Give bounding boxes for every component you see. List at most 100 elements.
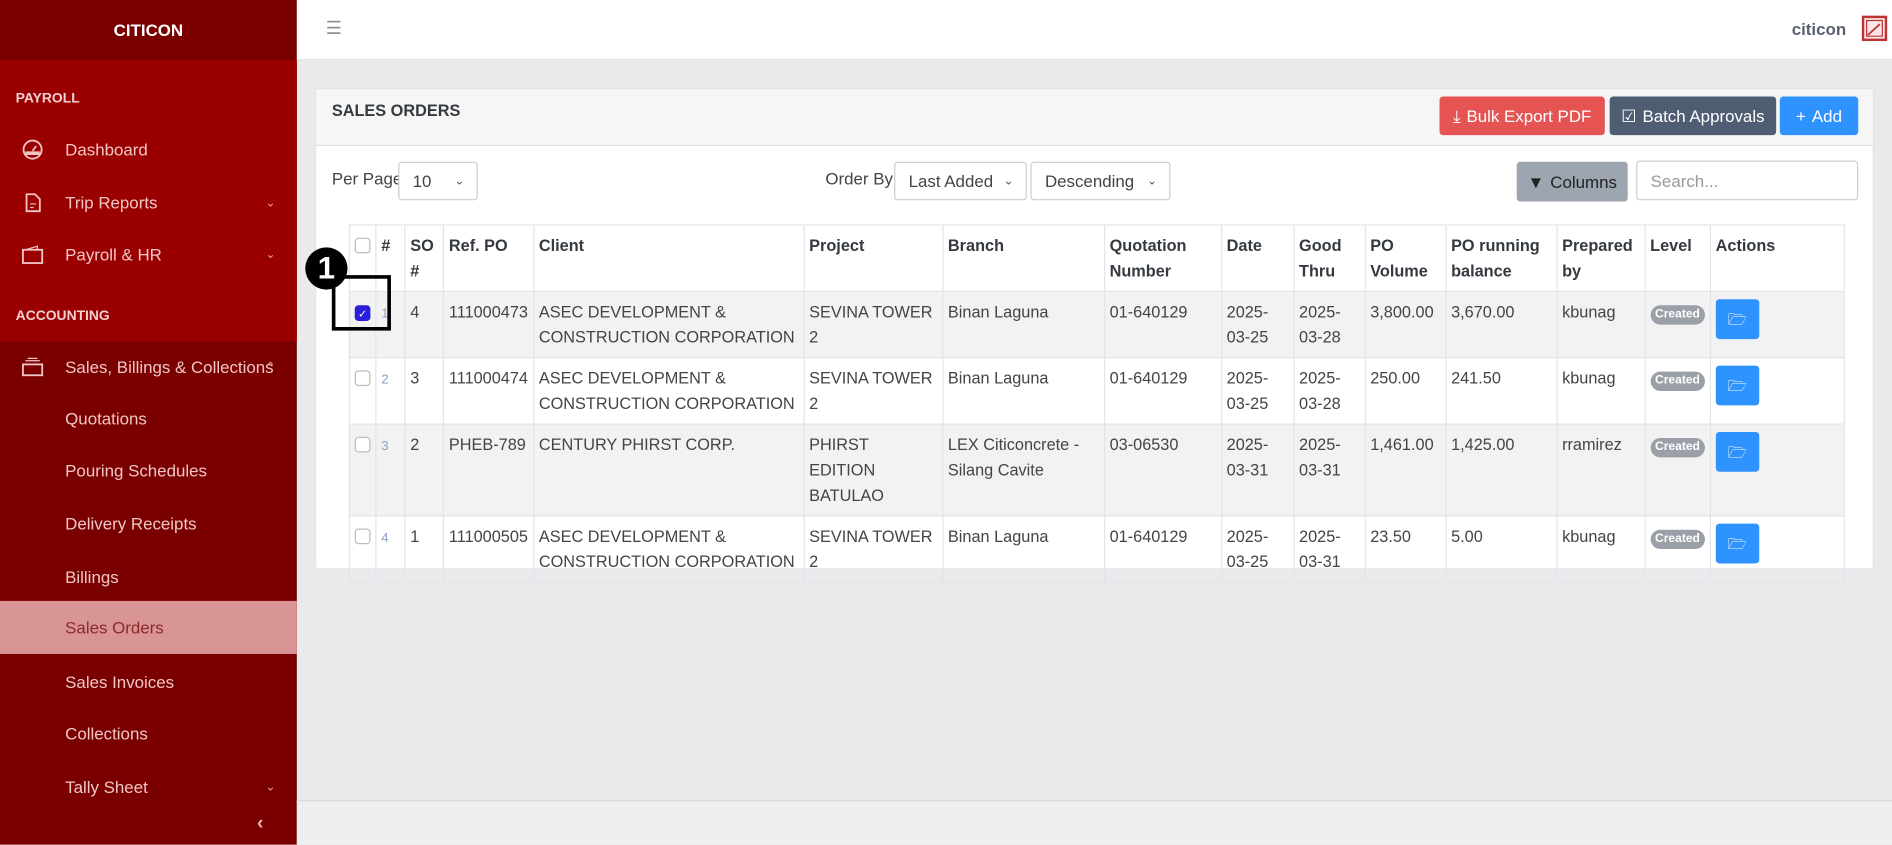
user-name[interactable]: citicon xyxy=(1792,19,1846,38)
sidebar-item-payroll-hr[interactable]: Payroll & HR ⌄ xyxy=(0,228,297,281)
row-checkbox[interactable] xyxy=(354,528,371,545)
sidebar-subitem-sales-orders[interactable]: Sales Orders xyxy=(0,600,297,654)
sidebar-item-trip-reports[interactable]: Trip Reports ⌄ xyxy=(0,176,297,229)
col-header: Quotation Number xyxy=(1103,224,1222,293)
cell-bal: 3,670.00 xyxy=(1445,290,1558,359)
sidebar-item-label: Billings xyxy=(65,567,119,587)
col-header: PO Volume xyxy=(1364,224,1447,293)
cell-by: kbunag xyxy=(1556,515,1646,583)
bulk-export-pdf-button[interactable]: ⤓ Bulk Export PDF xyxy=(1439,96,1605,136)
columns-button[interactable]: ▼ Columns xyxy=(1516,161,1628,202)
cell-ref: 111000474 xyxy=(442,357,535,425)
add-button[interactable]: + Add xyxy=(1779,96,1859,136)
folder-open-icon: 🗁 xyxy=(1727,442,1748,461)
search-input[interactable] xyxy=(1636,160,1859,201)
sidebar-item-label: Sales, Billings & Collections xyxy=(65,357,274,377)
col-header: Prepared by xyxy=(1556,224,1646,293)
cell-bal: 5.00 xyxy=(1445,515,1558,583)
col-header: PO running balance xyxy=(1445,224,1558,293)
chevron-up-icon: ⌃ xyxy=(265,360,276,374)
cell-date: 2025-03-25 xyxy=(1220,357,1295,425)
button-label: Columns xyxy=(1550,171,1617,192)
footer xyxy=(296,799,1892,845)
chevron-down-icon: ⌄ xyxy=(454,174,465,188)
cell-quote: 01-640129 xyxy=(1103,290,1222,359)
sidebar-item-label: Payroll & HR xyxy=(65,244,162,265)
sidebar-item-label: Sales Invoices xyxy=(65,672,175,692)
cell-client: ASEC DEVELOPMENT & CONSTRUCTION CORPORAT… xyxy=(532,290,805,359)
folder-open-icon: 🗁 xyxy=(1727,534,1748,553)
per-page-select[interactable]: 10 ⌄ xyxy=(398,161,478,201)
wallet-icon xyxy=(22,245,44,264)
user-avatar-icon[interactable] xyxy=(1861,15,1888,42)
status-badge: Created xyxy=(1650,438,1705,458)
cell-branch: Binan Laguna xyxy=(941,357,1105,425)
page-title: SALES ORDERS xyxy=(331,101,461,120)
cell-client: ASEC DEVELOPMENT & CONSTRUCTION CORPORAT… xyxy=(532,515,805,583)
cell-vol: 23.50 xyxy=(1364,515,1447,583)
open-folder-button[interactable]: 🗁 xyxy=(1715,365,1760,406)
cell-project: SEVINA TOWER 2 xyxy=(803,515,944,583)
row-index: 4 xyxy=(381,530,389,546)
row-index: 2 xyxy=(381,372,389,388)
document-icon xyxy=(25,193,41,213)
sidebar-collapse-chevron-left-icon[interactable]: ‹ xyxy=(257,813,263,835)
sidebar-subitem-delivery-receipts[interactable]: Delivery Receipts xyxy=(0,497,297,550)
batch-approvals-button[interactable]: ☑ Batch Approvals xyxy=(1609,96,1777,136)
cell-so: 1 xyxy=(404,515,445,583)
select-all-checkbox[interactable] xyxy=(354,237,371,254)
cell-bal: 1,425.00 xyxy=(1445,423,1558,517)
sidebar-subitem-sales-invoices[interactable]: Sales Invoices xyxy=(0,655,297,708)
sidebar-subitem-pouring-schedules[interactable]: Pouring Schedules xyxy=(0,444,297,497)
table-row: 2 3 111000474 ASEC DEVELOPMENT & CONSTRUCTI… xyxy=(348,357,1845,425)
top-header: ☰ citicon xyxy=(296,0,1892,61)
chevron-down-icon: ⌄ xyxy=(265,196,276,210)
col-header: SO # xyxy=(404,224,445,293)
sales-orders-panel: SALES ORDERS ⤓ Bulk Export PDF ☑ Batch App… xyxy=(314,88,1874,583)
sidebar-item-label: Tally Sheet xyxy=(65,777,148,797)
cell-good: 2025-03-31 xyxy=(1292,423,1366,517)
table-row: ✓ 1 4 111000473 ASEC DEVELOPMENT & CONSTRUCT… xyxy=(348,290,1845,359)
row-checkbox[interactable] xyxy=(354,436,371,453)
open-folder-button[interactable]: 🗁 xyxy=(1715,431,1760,472)
row-checkbox[interactable] xyxy=(354,370,371,387)
table-row: 4 1 111000505 ASEC DEVELOPMENT & CONSTRUCTI… xyxy=(348,515,1845,583)
status-badge: Created xyxy=(1650,305,1705,325)
filter-icon: ▼ xyxy=(1527,171,1545,192)
cell-ref: 111000505 xyxy=(442,515,535,583)
per-page-value: 10 xyxy=(412,171,432,191)
sidebar-subitem-tally-sheet[interactable]: Tally Sheet ⌄ xyxy=(0,760,297,813)
folder-open-icon: 🗁 xyxy=(1727,376,1748,395)
download-icon: ⤓ xyxy=(1452,105,1461,125)
cell-so: 4 xyxy=(404,290,445,359)
cell-ref: PHEB-789 xyxy=(442,423,535,517)
section-accounting: ACCOUNTING xyxy=(15,308,110,324)
sidebar-item-sales-billings-collections[interactable]: Sales, Billings & Collections ⌃ xyxy=(0,340,297,393)
checklist-icon: ☑ xyxy=(1621,105,1637,125)
sidebar-item-label: Pouring Schedules xyxy=(65,460,207,481)
chevron-down-icon: ⌄ xyxy=(265,247,276,262)
sidebar-subitem-collections[interactable]: Collections xyxy=(0,707,297,760)
cell-good: 2025-03-28 xyxy=(1292,357,1366,425)
hamburger-menu-icon[interactable]: ☰ xyxy=(326,17,342,39)
button-label: Batch Approvals xyxy=(1642,106,1765,126)
cell-client: CENTURY PHIRST CORP. xyxy=(532,423,805,517)
order-direction-select[interactable]: Descending ⌄ xyxy=(1030,161,1171,201)
sidebar-subitem-quotations[interactable]: Quotations xyxy=(0,392,297,445)
sidebar-item-dashboard[interactable]: Dashboard xyxy=(0,123,297,176)
sidebar: CITICON PAYROLL Dashboard Trip Reports ⌄ … xyxy=(0,0,297,845)
order-by-select[interactable]: Last Added ⌄ xyxy=(894,161,1027,201)
tray-icon xyxy=(22,357,44,377)
cell-by: rramirez xyxy=(1556,423,1646,517)
cell-so: 3 xyxy=(404,357,445,425)
plus-icon: + xyxy=(1795,106,1806,126)
folder-open-icon: 🗁 xyxy=(1727,310,1748,329)
sidebar-item-label: Quotations xyxy=(65,409,147,429)
sidebar-subitem-billings[interactable]: Billings xyxy=(0,550,297,603)
open-folder-button[interactable]: 🗁 xyxy=(1715,523,1760,564)
chevron-down-icon: ⌄ xyxy=(265,780,276,794)
cell-by: kbunag xyxy=(1556,290,1646,359)
direction-value: Descending xyxy=(1044,171,1135,191)
open-folder-button[interactable]: 🗁 xyxy=(1715,299,1760,340)
button-label: Bulk Export PDF xyxy=(1466,106,1592,126)
